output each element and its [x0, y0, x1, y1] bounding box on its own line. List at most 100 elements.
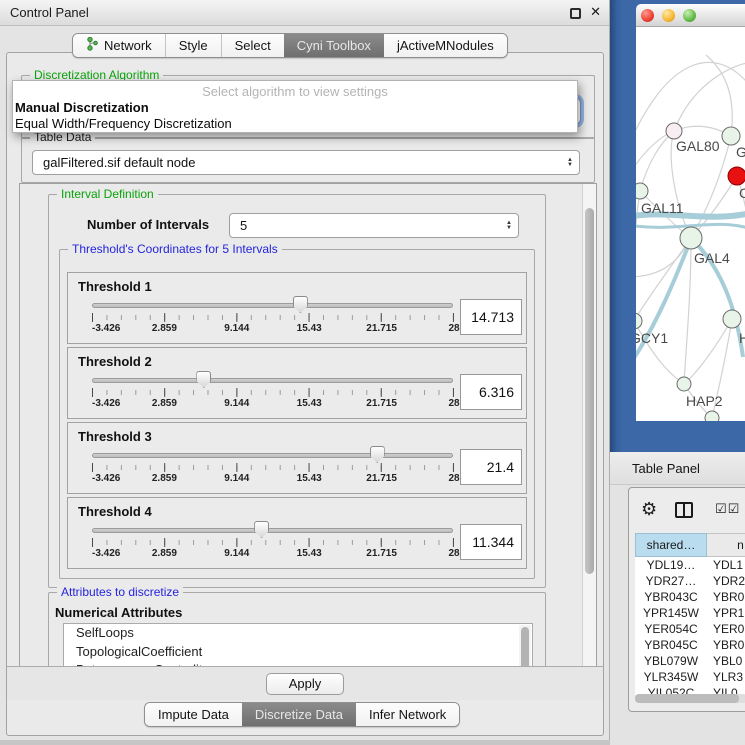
zoom-traffic-light-icon[interactable]: [683, 9, 696, 22]
table-row[interactable]: YDL19…YDL1: [635, 557, 745, 573]
tab-discretize-data[interactable]: Discretize Data: [242, 703, 356, 726]
vertical-scrollbar-thumb[interactable]: [585, 208, 594, 574]
tick-label: 2.859: [152, 323, 177, 334]
slider-thumb[interactable]: [254, 521, 269, 538]
network-canvas[interactable]: GAL80GACGAL11GAL4GCY1HHAP2: [636, 27, 745, 421]
node-attribute-table: shared… n YDL19…YDL1YDR27…YDR2YBR043CYBR…: [635, 533, 745, 695]
menu-item-equal-width-frequency-discretization[interactable]: Equal Width/Frequency Discretization: [13, 116, 577, 132]
cell-shared-name: YER054C: [635, 621, 707, 637]
tab-style[interactable]: Style: [165, 34, 221, 57]
network-node-h[interactable]: [723, 310, 741, 328]
network-edge[interactable]: [636, 239, 691, 367]
threshold-item-1: Threshold 1-3.4262.8599.14415.4321.71528…: [67, 272, 527, 344]
tick-label: 15.43: [297, 548, 322, 559]
attribute-item-topologicalcoefficient[interactable]: TopologicalCoefficient: [64, 643, 532, 662]
horizontal-scrollbar-thumb[interactable]: [635, 694, 739, 703]
threshold-label: Threshold 2: [78, 354, 152, 369]
network-graph: GAL80GACGAL11GAL4GCY1HHAP2: [636, 27, 745, 421]
list-scrollbar-thumb[interactable]: [521, 627, 529, 668]
horizontal-scrollbar: [635, 694, 745, 703]
tab-label: Cyni Toolbox: [297, 38, 371, 53]
table-data-select[interactable]: galFiltered.sif default node ▲▼: [32, 150, 580, 175]
network-edge[interactable]: [636, 191, 640, 321]
cell-shared-name: YDL19…: [635, 557, 707, 573]
tab-label: Network: [104, 38, 152, 53]
table-row[interactable]: YBL079WYBL0: [635, 653, 745, 669]
threshold-value-field[interactable]: 6.316: [460, 374, 522, 410]
network-node[interactable]: [705, 411, 719, 421]
tab-infer-network[interactable]: Infer Network: [356, 703, 459, 726]
network-node-c[interactable]: [728, 167, 745, 185]
tab-network[interactable]: Network: [73, 34, 165, 57]
minimize-traffic-light-icon[interactable]: [662, 9, 675, 22]
network-node-gal11[interactable]: [636, 183, 648, 199]
menu-item-manual-discretization[interactable]: Manual Discretization: [13, 100, 577, 116]
network-edge[interactable]: [691, 176, 737, 238]
number-of-intervals-label: Number of Intervals: [87, 217, 209, 232]
tick-label: 28: [448, 323, 459, 334]
threshold-value-field[interactable]: 14.713: [460, 299, 522, 335]
number-of-intervals-select[interactable]: 5 ▲▼: [229, 213, 519, 238]
slider-track[interactable]: [92, 303, 453, 308]
threshold-label: Threshold 3: [78, 429, 152, 444]
threshold-value-field[interactable]: 11.344: [460, 524, 522, 560]
network-edge[interactable]: [684, 238, 691, 384]
tick-label: 28: [448, 398, 459, 409]
threshold-label: Threshold 1: [78, 279, 152, 294]
node-label: GA: [736, 144, 745, 160]
tab-impute-data[interactable]: Impute Data: [145, 703, 242, 726]
table-row[interactable]: YER054CYER0: [635, 621, 745, 637]
network-node-hap2[interactable]: [677, 377, 691, 391]
close-icon[interactable]: ✕: [590, 4, 601, 20]
slider-ticks: [92, 538, 454, 547]
column-header-shared-name[interactable]: shared…: [635, 533, 707, 557]
table-row[interactable]: YDR27…YDR2: [635, 573, 745, 589]
attributes-group-title: Attributes to discretize: [57, 585, 183, 599]
network-window-titlebar[interactable]: [636, 4, 745, 27]
network-node-gal80[interactable]: [666, 123, 682, 139]
threshold-value-field[interactable]: 21.4: [460, 449, 522, 485]
table-row[interactable]: YBR043CYBR0: [635, 589, 745, 605]
tick-label: 9.144: [224, 323, 249, 334]
tab-jactivemnodules[interactable]: jActiveMNodules: [384, 34, 507, 57]
close-traffic-light-icon[interactable]: [641, 9, 654, 22]
network-edge[interactable]: [640, 131, 674, 191]
node-label: GCY1: [636, 330, 668, 346]
slider-track[interactable]: [92, 528, 453, 533]
slider-track[interactable]: [92, 378, 453, 383]
float-window-icon[interactable]: [570, 8, 581, 19]
network-edge[interactable]: [684, 319, 732, 384]
network-node-gal4[interactable]: [680, 227, 702, 249]
cell-name: YBR0: [707, 589, 745, 605]
checked-checkboxes-icon[interactable]: ☑☑: [715, 501, 740, 517]
window-title: Control Panel: [10, 0, 89, 26]
tick-label: 2.859: [152, 473, 177, 484]
slider-track[interactable]: [92, 453, 453, 458]
slider-tick-labels: -3.4262.8599.14415.4321.71528: [92, 323, 454, 335]
table-row[interactable]: YPR145WYPR1: [635, 605, 745, 621]
slider-ticks: [92, 313, 454, 322]
tab-label: Style: [179, 38, 208, 53]
cell-shared-name: YLR345W: [635, 669, 707, 685]
network-node-ga[interactable]: [722, 127, 740, 145]
gear-icon[interactable]: ⚙: [641, 500, 657, 518]
tab-label: jActiveMNodules: [397, 38, 494, 53]
network-edge[interactable]: [674, 62, 745, 131]
node-label: GAL4: [694, 250, 730, 266]
split-columns-icon[interactable]: [675, 502, 693, 518]
slider-tick-labels: -3.4262.8599.14415.4321.71528: [92, 473, 454, 485]
tab-cyni-toolbox[interactable]: Cyni Toolbox: [284, 34, 384, 57]
slider-thumb[interactable]: [196, 371, 211, 388]
cell-shared-name: YBL079W: [635, 653, 707, 669]
tab-select[interactable]: Select: [221, 34, 284, 57]
attribute-item-selfloops[interactable]: SelfLoops: [64, 624, 532, 643]
network-node-gcy1[interactable]: [636, 313, 642, 329]
numerical-attributes-label: Numerical Attributes: [55, 605, 182, 620]
slider-thumb[interactable]: [293, 296, 308, 313]
slider-thumb[interactable]: [370, 446, 385, 463]
apply-button[interactable]: Apply: [266, 673, 344, 695]
tick-label: 2.859: [152, 398, 177, 409]
table-row[interactable]: YBR045CYBR0: [635, 637, 745, 653]
table-row[interactable]: YLR345WYLR3: [635, 669, 745, 685]
column-header-name[interactable]: n: [707, 533, 745, 557]
